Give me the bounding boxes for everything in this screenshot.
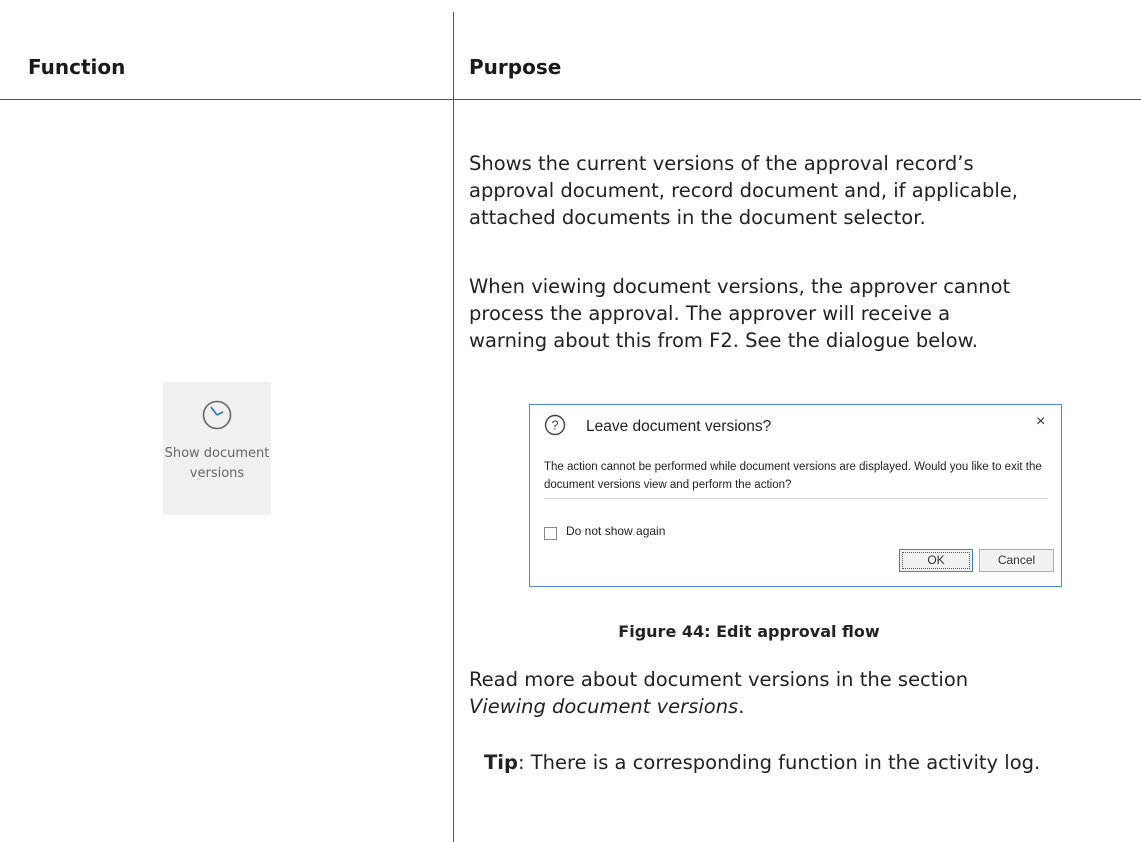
viewing-document-versions-reference[interactable]: Viewing document versions: [469, 695, 738, 718]
tip-label: Tip: [484, 751, 518, 774]
paragraph-3-suffix: .: [738, 695, 745, 718]
show-document-versions-button[interactable]: Show document versions: [163, 382, 271, 515]
dialog-title: Leave document versions?: [586, 418, 772, 435]
cancel-button[interactable]: Cancel: [979, 549, 1054, 572]
column-header-purpose: Purpose: [469, 55, 562, 79]
clock-icon: [202, 400, 232, 430]
purpose-paragraph-1: Shows the current versions of the approv…: [469, 152, 1018, 229]
ok-button[interactable]: OK: [899, 549, 973, 572]
close-icon[interactable]: ×: [1036, 413, 1045, 431]
do-not-show-again-checkbox[interactable]: [544, 527, 557, 540]
dialog-message: The action cannot be performed while doc…: [544, 461, 1042, 491]
column-divider: [453, 12, 454, 842]
tip-paragraph: Tip: There is a corresponding function i…: [484, 749, 1044, 776]
tip-text: : There is a corresponding function in t…: [517, 751, 1041, 774]
paragraph-3-prefix: Read more about document versions in the…: [469, 668, 969, 691]
leave-document-versions-dialog: ? Leave document versions? × The action …: [529, 404, 1062, 587]
question-circle-icon: ?: [544, 414, 566, 436]
purpose-paragraph-2: When viewing document versions, the appr…: [469, 275, 1011, 352]
column-header-function: Function: [28, 55, 126, 79]
purpose-paragraph-3: Read more about document versions in the…: [469, 666, 1029, 720]
show-document-versions-label: Show document versions: [164, 446, 270, 481]
dialog-separator: [544, 498, 1048, 499]
header-divider: [0, 99, 1141, 100]
do-not-show-again-label[interactable]: Do not show again: [566, 524, 665, 538]
figure-caption: Figure 44: Edit approval flow: [618, 622, 880, 641]
svg-text:?: ?: [551, 418, 558, 433]
